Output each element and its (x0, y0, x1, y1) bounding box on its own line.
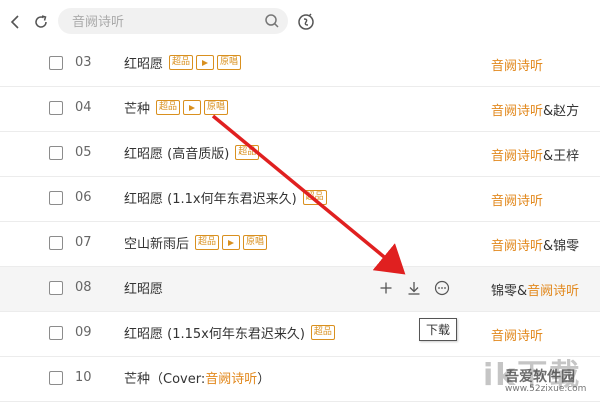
song-title[interactable]: 芒种（Cover: 音阙诗听） (124, 368, 270, 387)
song-title-text: 芒种 (124, 102, 151, 117)
track-number: 07 (75, 235, 92, 250)
song-title-text: 红昭愿 (124, 282, 164, 297)
sq-badge: 超品 (302, 190, 327, 205)
track-number: 03 (75, 55, 92, 70)
artist-name[interactable]: 音阙诗听 (491, 194, 543, 209)
song-title[interactable]: 红昭愿 (1.15x何年东君迟来久) 超品 (124, 323, 335, 342)
song-title-text: 红昭愿 (124, 57, 164, 72)
shazam-icon[interactable] (296, 12, 316, 32)
row-checkbox[interactable] (49, 101, 63, 115)
row-actions (378, 280, 450, 296)
row-checkbox[interactable] (49, 56, 63, 70)
track-number: 06 (75, 190, 92, 205)
song-title-text: 红昭愿 (1.15x何年东君迟来久) (124, 327, 305, 342)
sq-badge: 超品 (195, 235, 220, 250)
song-list: 03 红昭愿 超品 原唱 音阙诗听 04 芒种 超品 原唱 音阙诗听&赵方 05… (0, 42, 600, 402)
refresh-icon[interactable] (30, 12, 52, 32)
original-badge: 原唱 (217, 55, 242, 70)
artist-link[interactable]: 音阙诗听&锦零 (491, 235, 579, 254)
mv-badge-icon[interactable] (222, 235, 241, 250)
song-row[interactable]: 04 芒种 超品 原唱 音阙诗听&赵方 (0, 87, 600, 132)
song-title-text: 红昭愿 (1.1x何年东君迟来久) (124, 192, 297, 207)
row-checkbox[interactable] (49, 281, 63, 295)
song-title[interactable]: 红昭愿 (1.1x何年东君迟来久) 超品 (124, 188, 327, 207)
song-title-text: 空山新雨后 (124, 237, 190, 252)
artist-link[interactable]: 音阙诗听 (491, 55, 543, 74)
artist-name[interactable]: 音阙诗听 (491, 59, 543, 74)
search-box[interactable] (58, 8, 288, 34)
song-title-suffix: ） (257, 372, 271, 387)
song-title[interactable]: 空山新雨后 超品 原唱 (124, 233, 268, 252)
top-bar (0, 0, 600, 44)
song-title-text: 红昭愿 (高音质版) (124, 147, 230, 162)
artist-name[interactable]: 音阙诗听 (491, 104, 543, 119)
song-row-hovered[interactable]: 08 红昭愿 锦零&音阙诗听 (0, 267, 600, 312)
download-icon[interactable] (406, 280, 422, 296)
watermark-url: www.52zixue.com (505, 384, 587, 394)
track-number: 08 (75, 280, 92, 295)
song-title-artist-link[interactable]: 音阙诗听 (205, 368, 257, 387)
download-tooltip: 下载 (419, 318, 458, 341)
artist-rest: &锦零 (543, 239, 580, 254)
sq-badge: 超品 (310, 325, 335, 340)
artist-name[interactable]: 音阙诗听 (527, 284, 579, 299)
track-number: 04 (75, 100, 92, 115)
artist-name[interactable]: 音阙诗听 (491, 149, 543, 164)
artist-link[interactable]: 音阙诗听&王梓 (491, 145, 579, 164)
song-row[interactable]: 05 红昭愿 (高音质版) 超品 音阙诗听&王梓 (0, 132, 600, 177)
row-checkbox[interactable] (49, 236, 63, 250)
song-row[interactable]: 03 红昭愿 超品 原唱 音阙诗听 (0, 42, 600, 87)
artist-link[interactable]: 锦零&音阙诗听 (491, 280, 579, 299)
sq-badge: 超品 (169, 55, 194, 70)
track-number: 09 (75, 325, 92, 340)
artist-link[interactable]: 音阙诗听 (491, 325, 543, 344)
artist-rest: &赵方 (543, 104, 580, 119)
song-row[interactable]: 06 红昭愿 (1.1x何年东君迟来久) 超品 音阙诗听 (0, 177, 600, 222)
song-title-text: 芒种（Cover: (124, 372, 206, 387)
sq-badge: 超品 (235, 145, 260, 160)
artist-link[interactable]: 音阙诗听&赵方 (491, 100, 579, 119)
track-number: 10 (75, 370, 92, 385)
more-icon[interactable] (434, 280, 450, 296)
artist-pre: 锦零& (491, 284, 528, 299)
sq-badge: 超品 (156, 100, 181, 115)
original-badge: 原唱 (204, 100, 229, 115)
watermark-name: 吾爱软件园 (505, 369, 575, 385)
artist-name[interactable]: 音阙诗听 (491, 239, 543, 254)
watermark-logo: ik下载 吾爱软件园 www.52zixue.com (475, 350, 600, 400)
search-icon[interactable] (264, 13, 280, 29)
song-title[interactable]: 红昭愿 (124, 278, 166, 297)
add-icon[interactable] (378, 280, 394, 296)
back-icon[interactable] (6, 12, 24, 32)
row-checkbox[interactable] (49, 191, 63, 205)
row-checkbox[interactable] (49, 146, 63, 160)
mv-badge-icon[interactable] (183, 100, 202, 115)
song-title[interactable]: 红昭愿 超品 原唱 (124, 53, 242, 72)
artist-link[interactable]: 音阙诗听 (491, 190, 543, 209)
song-row[interactable]: 07 空山新雨后 超品 原唱 音阙诗听&锦零 (0, 222, 600, 267)
original-badge: 原唱 (243, 235, 268, 250)
row-checkbox[interactable] (49, 326, 63, 340)
row-checkbox[interactable] (49, 371, 63, 385)
song-title[interactable]: 芒种 超品 原唱 (124, 98, 229, 117)
song-title[interactable]: 红昭愿 (高音质版) 超品 (124, 143, 260, 162)
artist-rest: &王梓 (543, 149, 580, 164)
search-input[interactable] (70, 11, 254, 33)
track-number: 05 (75, 145, 92, 160)
artist-name[interactable]: 音阙诗听 (491, 329, 543, 344)
mv-badge-icon[interactable] (196, 55, 215, 70)
